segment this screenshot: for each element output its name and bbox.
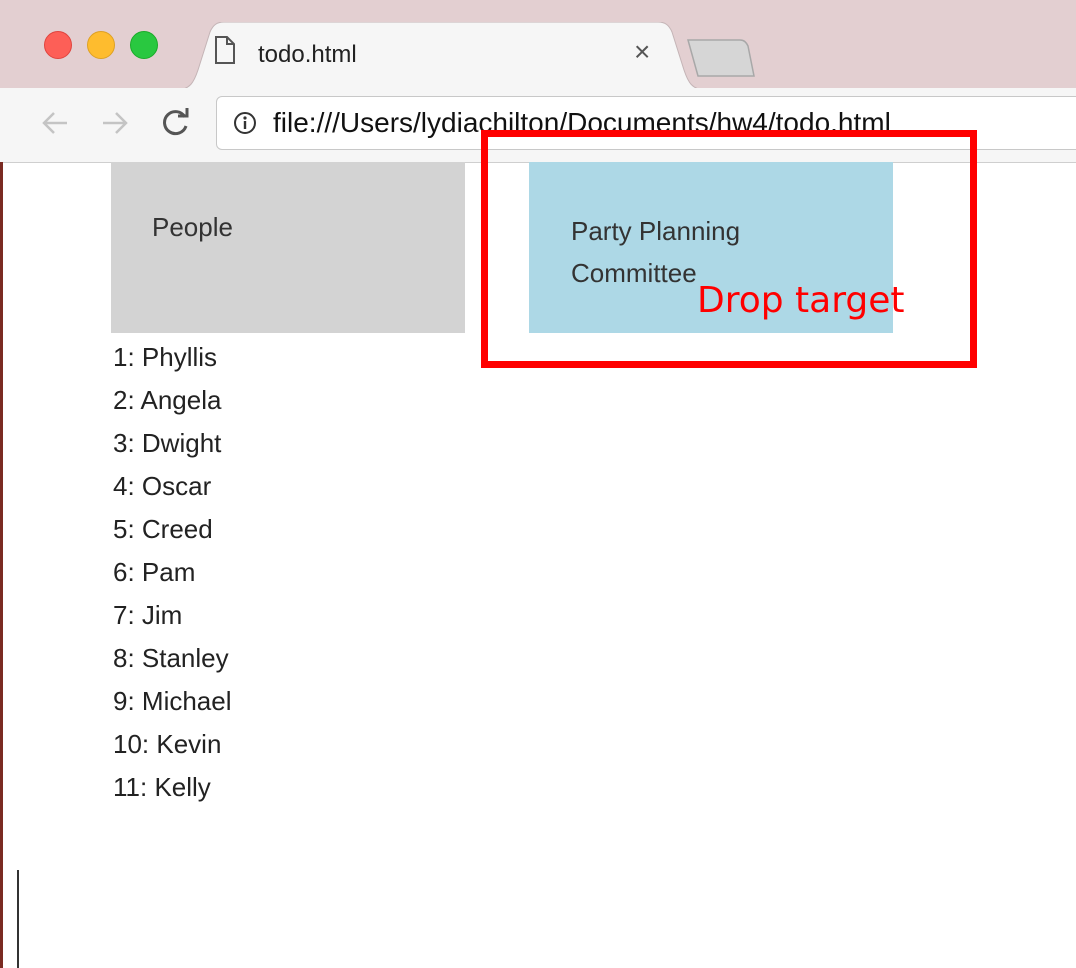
list-item[interactable]: 9: Michael: [113, 680, 232, 723]
reload-icon[interactable]: [160, 106, 192, 143]
list-item[interactable]: 1: Phyllis: [113, 336, 232, 379]
drop-target-highlight: [481, 130, 977, 368]
people-container[interactable]: People: [111, 162, 465, 333]
new-tab-button[interactable]: [684, 38, 756, 78]
tab-todo[interactable]: todo.html ×: [176, 22, 706, 90]
minimize-window-button[interactable]: [87, 31, 115, 59]
list-item[interactable]: 10: Kevin: [113, 723, 232, 766]
browser-titlebar: todo.html ×: [0, 0, 1076, 90]
tab-title: todo.html: [258, 41, 357, 68]
people-list: 1: Phyllis 2: Angela 3: Dwight 4: Oscar …: [113, 336, 232, 809]
forward-arrow-icon[interactable]: [100, 108, 130, 144]
list-item[interactable]: 7: Jim: [113, 594, 232, 637]
list-item[interactable]: 2: Angela: [113, 379, 232, 422]
window-edge-shadow: [17, 870, 19, 968]
window-edge: [0, 162, 3, 968]
list-item[interactable]: 8: Stanley: [113, 637, 232, 680]
document-icon: [214, 36, 236, 69]
people-header: People: [152, 212, 233, 242]
back-arrow-icon[interactable]: [40, 108, 70, 144]
list-item[interactable]: 5: Creed: [113, 508, 232, 551]
list-item[interactable]: 6: Pam: [113, 551, 232, 594]
list-item[interactable]: 4: Oscar: [113, 465, 232, 508]
drop-target-label: Drop target: [697, 280, 905, 321]
info-icon[interactable]: [233, 111, 257, 140]
close-icon[interactable]: ×: [634, 38, 650, 66]
list-item[interactable]: 11: Kelly: [113, 766, 232, 809]
close-window-button[interactable]: [44, 31, 72, 59]
list-item[interactable]: 3: Dwight: [113, 422, 232, 465]
maximize-window-button[interactable]: [130, 31, 158, 59]
